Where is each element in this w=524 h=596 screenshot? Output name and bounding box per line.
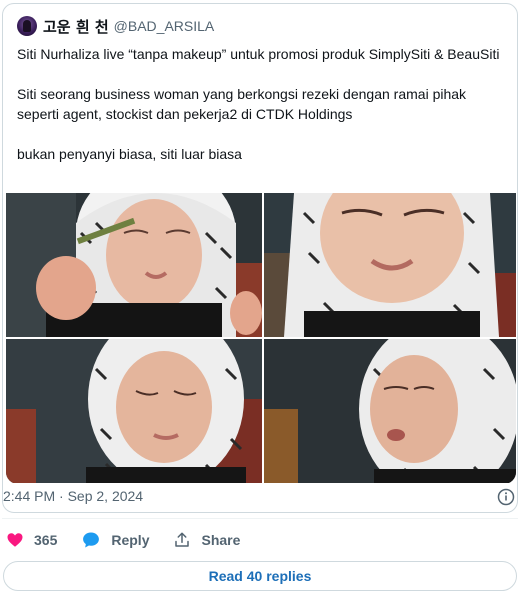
tweet-timestamp[interactable]: 2:44 PM · Sep 2, 2024 <box>3 488 143 504</box>
read-replies-button[interactable]: Read 40 replies <box>3 561 517 591</box>
divider <box>2 518 518 519</box>
speech-bubble-icon <box>83 532 100 548</box>
reply-label: Reply <box>111 532 150 548</box>
media-photo-3[interactable] <box>6 339 262 483</box>
info-icon[interactable] <box>497 488 515 506</box>
reply-button[interactable]: Reply <box>81 530 149 550</box>
tweet-header: 고운 흰 천 @BAD_ARSILA <box>17 15 214 37</box>
tweet-paragraph: Siti seorang business woman yang berkong… <box>17 86 467 122</box>
media-photo-2[interactable] <box>264 193 516 337</box>
photo-woman-applying-makeup-icon <box>6 193 262 337</box>
heart-icon <box>7 533 23 547</box>
like-button[interactable]: 365 <box>6 531 57 549</box>
photo-woman-looking-down-icon <box>6 339 262 483</box>
share-icon <box>175 532 190 547</box>
like-count: 365 <box>34 532 58 548</box>
tweet-text: Siti Nurhaliza live “tanpa makeup” untuk… <box>17 44 507 184</box>
share-label: Share <box>201 532 241 548</box>
author-display-name[interactable]: 고운 흰 천 <box>43 16 109 37</box>
tweet-paragraph: bukan penyanyi biasa, siti luar biasa <box>17 146 242 162</box>
media-photo-4[interactable] <box>264 339 516 483</box>
avatar[interactable] <box>17 16 37 36</box>
share-button[interactable]: Share <box>173 531 240 549</box>
photo-woman-smiling-closeup-icon <box>264 193 516 337</box>
media-grid <box>6 193 516 484</box>
media-photo-1[interactable] <box>6 193 262 337</box>
tweet-paragraph: Siti Nurhaliza live “tanpa makeup” untuk… <box>17 46 500 62</box>
tweet-card: 고운 흰 천 @BAD_ARSILA Siti Nurhaliza live “… <box>2 3 518 513</box>
photo-woman-speaking-profile-icon <box>264 339 516 483</box>
action-bar: 365 Reply Share <box>6 528 264 552</box>
author-handle[interactable]: @BAD_ARSILA <box>114 18 215 34</box>
